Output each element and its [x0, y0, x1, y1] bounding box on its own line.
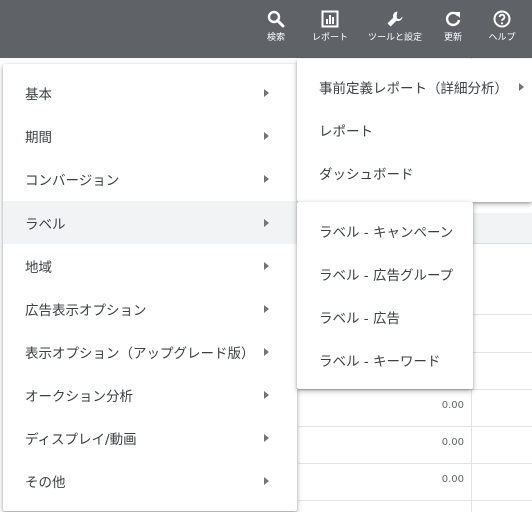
- chevron-right-icon: [264, 218, 269, 227]
- submenu-item-label: ラベル - 広告グループ: [319, 267, 454, 284]
- submenu-item-label: ラベル - 広告: [319, 310, 400, 327]
- toolbar-help-label: ヘルプ: [488, 33, 516, 43]
- toolbar-tools-label: ツールと設定: [367, 33, 422, 43]
- chevron-right-icon: [264, 131, 269, 140]
- menu-item-label: オークション分析: [25, 388, 133, 405]
- menu-item-label: ディスプレイ/動画: [25, 431, 137, 448]
- menu-item-conversion[interactable]: コンバージョン: [3, 157, 297, 200]
- toolbar-search-label: 検索: [266, 33, 285, 43]
- menu-item-ad-extensions[interactable]: 広告表示オプション: [3, 287, 297, 330]
- table-cell-value: 0.00: [441, 400, 464, 411]
- chevron-right-icon: [519, 82, 524, 91]
- menu-item-label: ダッシュボード: [319, 166, 414, 183]
- menu-item-label: 期間: [25, 129, 52, 146]
- menu-item-label: 事前定義レポート（詳細分析）: [319, 80, 508, 97]
- menu-item-predefined-reports[interactable]: 事前定義レポート（詳細分析）: [297, 65, 532, 108]
- menu-item-dashboards[interactable]: ダッシュボード: [297, 151, 532, 194]
- menu-item-upgraded-extensions[interactable]: 表示オプション（アップグレード版）: [3, 330, 297, 373]
- table-cell-value: 0.00: [441, 437, 464, 448]
- menu-item-label: 表示オプション（アップグレード版）: [25, 345, 255, 362]
- chevron-right-icon: [264, 390, 269, 399]
- submenu-item-label-ad-group[interactable]: ラベル - 広告グループ: [297, 252, 473, 295]
- chevron-right-icon: [264, 304, 269, 313]
- chevron-right-icon: [264, 433, 269, 442]
- toolbar-report-label: レポート: [311, 33, 348, 43]
- menu-item-label[interactable]: ラベル: [3, 201, 297, 244]
- toolbar-search-button[interactable]: 検索: [248, 10, 304, 44]
- report-type-menu: 事前定義レポート（詳細分析） レポート ダッシュボード: [297, 59, 532, 202]
- menu-item-auction-insights[interactable]: オークション分析: [3, 373, 297, 416]
- chevron-right-icon: [264, 347, 269, 356]
- chevron-right-icon: [264, 476, 269, 485]
- menu-item-basic[interactable]: 基本: [3, 71, 297, 114]
- menu-item-label: 基本: [25, 86, 52, 103]
- submenu-item-label-keyword[interactable]: ラベル - キーワード: [297, 338, 473, 381]
- report-category-menu: 基本 期間 コンバージョン ラベル 地域 広告表示オプション 表示オプション（ア…: [3, 64, 297, 511]
- menu-item-period[interactable]: 期間: [3, 114, 297, 157]
- search-icon: [267, 10, 285, 28]
- toolbar-report-button[interactable]: レポート: [302, 10, 358, 44]
- menu-item-label-text: ラベル: [25, 216, 66, 233]
- menu-item-reports[interactable]: レポート: [297, 108, 532, 151]
- chevron-right-icon: [264, 261, 269, 270]
- table-header: [470, 213, 532, 244]
- menu-item-label: 地域: [25, 259, 52, 276]
- submenu-item-label-ad[interactable]: ラベル - 広告: [297, 295, 473, 338]
- help-icon: [493, 10, 511, 28]
- toolbar-help-button[interactable]: ヘルプ: [474, 10, 530, 44]
- table-cell-value: 0.00: [441, 474, 464, 485]
- wrench-icon: [387, 11, 403, 27]
- top-toolbar: 検索 レポート ツールと設定 更新 ヘルプ: [0, 0, 532, 58]
- submenu-item-label: ラベル - キャンペーン: [319, 224, 454, 241]
- submenu-item-label: ラベル - キーワード: [319, 353, 441, 370]
- menu-item-label: コンバージョン: [25, 172, 120, 189]
- report-icon: [321, 10, 339, 28]
- chevron-right-icon: [264, 88, 269, 97]
- chevron-right-icon: [264, 174, 269, 183]
- toolbar-refresh-button[interactable]: 更新: [425, 10, 481, 44]
- toolbar-refresh-label: 更新: [443, 33, 462, 43]
- label-submenu: ラベル - キャンペーン ラベル - 広告グループ ラベル - 広告 ラベル -…: [297, 202, 473, 389]
- submenu-item-label-campaign[interactable]: ラベル - キャンペーン: [297, 209, 473, 252]
- refresh-icon: [445, 11, 461, 27]
- menu-item-label: レポート: [319, 123, 373, 140]
- menu-item-other[interactable]: その他: [3, 459, 297, 502]
- menu-item-display-video[interactable]: ディスプレイ/動画: [3, 416, 297, 459]
- menu-item-label: 広告表示オプション: [25, 302, 147, 319]
- toolbar-tools-button[interactable]: ツールと設定: [367, 10, 423, 44]
- menu-item-label: その他: [25, 474, 66, 491]
- menu-item-region[interactable]: 地域: [3, 244, 297, 287]
